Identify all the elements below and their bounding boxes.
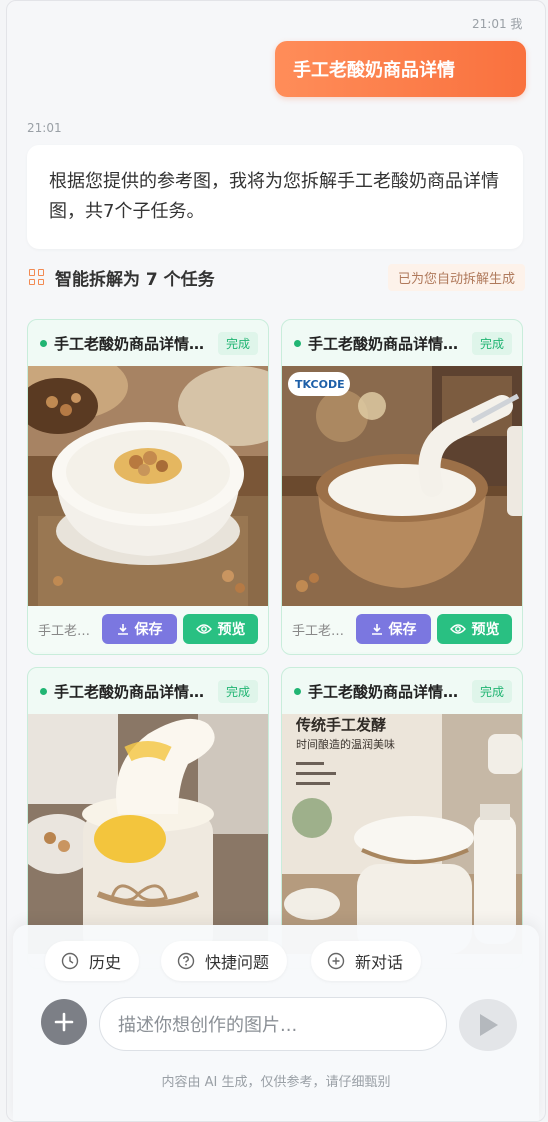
status-dot-icon (294, 339, 301, 347)
task-card-header: 手工老酸奶商品详情图3 完成 (28, 668, 268, 714)
new-chat-chip[interactable]: 新对话 (311, 941, 422, 981)
preview-button[interactable]: 预览 (183, 614, 258, 644)
ai-message-text: 根据您提供的参考图，我将为您拆解手工老酸奶商品详情图，共7个子任务。 (49, 171, 499, 222)
save-button-label: 保存 (388, 622, 417, 638)
prompt-input-placeholder: 描述你想创作的图片... (118, 1015, 298, 1036)
poster-headline: 传统手工发酵 (295, 716, 386, 734)
task-card-header: 手工老酸奶商品详情图2 完成 (282, 320, 522, 366)
new-chat-chip-label: 新对话 (355, 953, 404, 972)
quick-questions-chip-label: 快捷问题 (205, 953, 270, 972)
save-button[interactable]: 保存 (356, 614, 431, 644)
yogurt-wooden-bowl-spoon-image[interactable]: TKCODE (282, 366, 522, 606)
user-message-timestamp: 21:01 我 (472, 17, 523, 31)
status-dot-icon (40, 687, 47, 695)
preview-button-label: 预览 (471, 622, 500, 638)
auto-split-badge: 已为您自动拆解生成 (387, 263, 525, 291)
status-badge: 完成 (217, 679, 258, 703)
task-card-filename: 手工老酸奶 (38, 623, 100, 639)
poster-subtitle: 时间酿造的温润美味 (296, 737, 395, 751)
prompt-input[interactable]: 描述你想创作的图片... (99, 997, 447, 1051)
grid-icon (29, 269, 45, 285)
history-chip[interactable]: 历史 (45, 941, 140, 981)
yogurt-bowl-walnut-image[interactable] (28, 366, 268, 606)
task-card[interactable]: 手工老酸奶商品详情图1 完成 手工老酸奶 保存 预览 (27, 319, 269, 655)
eye-icon (449, 624, 466, 634)
task-section-header: 智能拆解为 7 个任务 已为您自动拆解生成 (27, 261, 525, 293)
download-icon (371, 624, 382, 635)
yogurt-poster-image[interactable]: 传统手工发酵 时间酿造的温润美味 (282, 714, 522, 954)
question-icon (177, 952, 195, 970)
input-panel: 历史 快捷问题 新对话 描述你想创作的图片... 内容由 AI 生成，仅供参考，… (13, 925, 539, 1121)
task-section-title: 智能拆解为 7 个任务 (55, 269, 215, 290)
task-card[interactable]: 手工老酸奶商品详情图2 完成 TKCODE 手工老酸奶 保存 预览 (281, 319, 523, 655)
status-dot-icon (294, 687, 301, 695)
status-badge: 完成 (471, 679, 512, 703)
plus-circle-icon (327, 952, 345, 970)
status-badge: 完成 (217, 331, 258, 355)
plus-icon (54, 1012, 74, 1032)
task-card-footer: 手工老酸奶 保存 预览 (28, 606, 268, 652)
ai-message-bubble: 根据您提供的参考图，我将为您拆解手工老酸奶商品详情图，共7个子任务。 (27, 145, 523, 249)
task-card-header: 手工老酸奶商品详情图1 完成 (28, 320, 268, 366)
status-dot-icon (40, 339, 47, 347)
task-card-header: 手工老酸奶商品详情图4 完成 (282, 668, 522, 714)
send-button[interactable] (459, 999, 517, 1051)
task-card-title: 手工老酸奶商品详情图1 (54, 334, 210, 353)
user-message-bubble: 手工老酸奶商品详情 (275, 41, 526, 97)
task-card[interactable]: 手工老酸奶商品详情图3 完成 (27, 667, 269, 969)
user-message-text: 手工老酸奶商品详情 (293, 60, 455, 81)
status-badge: 完成 (471, 331, 512, 355)
preview-button[interactable]: 预览 (437, 614, 512, 644)
save-button[interactable]: 保存 (102, 614, 177, 644)
task-card-footer: 手工老酸奶 保存 预览 (282, 606, 522, 652)
preview-button-label: 预览 (217, 622, 246, 638)
send-triangle-icon (480, 1014, 498, 1036)
task-card-title: 手工老酸奶商品详情图3 (54, 682, 210, 701)
task-card-title: 手工老酸奶商品详情图2 (308, 334, 464, 353)
add-attachment-button[interactable] (41, 999, 87, 1045)
save-button-label: 保存 (134, 622, 163, 638)
task-card[interactable]: 手工老酸奶商品详情图4 完成 传统手工发酵 时间酿造的温润美味 (281, 667, 523, 969)
download-icon (117, 624, 128, 635)
tkcode-logo: TKCODE (295, 378, 345, 391)
quick-questions-chip[interactable]: 快捷问题 (161, 941, 288, 981)
clock-icon (61, 952, 79, 970)
yogurt-honey-jar-image[interactable] (28, 714, 268, 954)
history-chip-label: 历史 (89, 953, 122, 972)
task-card-filename: 手工老酸奶 (292, 623, 354, 639)
task-card-title: 手工老酸奶商品详情图4 (308, 682, 464, 701)
ai-message-timestamp: 21:01 (27, 121, 62, 135)
eye-icon (195, 624, 212, 634)
chat-window: 21:01 我 手工老酸奶商品详情 21:01 根据您提供的参考图，我将为您拆解… (6, 0, 546, 1122)
ai-disclaimer: 内容由 AI 生成，仅供参考，请仔细甄别 (161, 1075, 391, 1090)
